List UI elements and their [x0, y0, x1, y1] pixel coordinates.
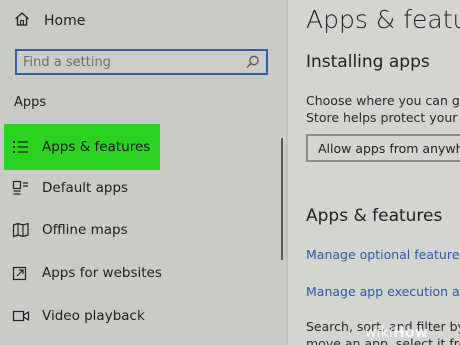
sidebar-item-label: Default apps	[42, 180, 129, 196]
sidebar-item-label: Apps for websites	[42, 265, 162, 281]
dropdown-selected-value: Allow apps from anywhe	[318, 140, 460, 156]
home-icon	[14, 11, 30, 31]
settings-sidebar: Home Find a setting Apps Apps & features	[0, 0, 286, 345]
install-source-dropdown[interactable]: Allow apps from anywhe	[306, 134, 460, 162]
sidebar-scrollbar[interactable]	[281, 138, 283, 260]
manage-app-execution-alias-link[interactable]: Manage app execution alia	[306, 284, 460, 299]
sidebar-item-label: Video playback	[42, 308, 145, 324]
content-pane: Apps & feature Installing apps Choose wh…	[288, 0, 460, 345]
sidebar-item-video-playback[interactable]: Video playback	[12, 303, 145, 329]
watermark-logo: wikiHow	[365, 325, 428, 341]
video-icon	[12, 307, 30, 325]
search-placeholder: Find a setting	[23, 54, 111, 70]
sidebar-item-default-apps[interactable]: Default apps	[12, 175, 128, 201]
list-icon	[12, 138, 30, 156]
watermark-part-1: wiki	[365, 325, 394, 341]
settings-search[interactable]: Find a setting	[15, 49, 268, 75]
default-apps-icon	[12, 179, 30, 197]
sidebar-item-offline-maps[interactable]: Offline maps	[12, 217, 128, 243]
map-icon	[12, 221, 30, 239]
page-title: Apps & feature	[306, 5, 460, 34]
sidebar-item-apps-features[interactable]: Apps & features	[4, 124, 161, 170]
home-label: Home	[44, 13, 86, 29]
sidebar-item-label: Offline maps	[42, 222, 128, 238]
watermark-part-2: How	[393, 325, 429, 341]
installing-apps-heading: Installing apps	[306, 52, 430, 72]
search-icon[interactable]	[244, 53, 262, 71]
installing-apps-text-line-2: Store helps protect your P	[306, 110, 460, 125]
open-external-icon	[12, 264, 30, 282]
sidebar-item-apps-for-websites[interactable]: Apps for websites	[12, 260, 162, 286]
nav-home[interactable]: Home	[14, 10, 85, 32]
sidebar-item-label: Apps & features	[42, 139, 151, 155]
manage-optional-features-link[interactable]: Manage optional features	[306, 247, 460, 262]
section-heading-apps: Apps	[14, 95, 47, 110]
installing-apps-text-line-1: Choose where you can get	[306, 93, 460, 108]
apps-features-heading: Apps & features	[306, 206, 443, 226]
